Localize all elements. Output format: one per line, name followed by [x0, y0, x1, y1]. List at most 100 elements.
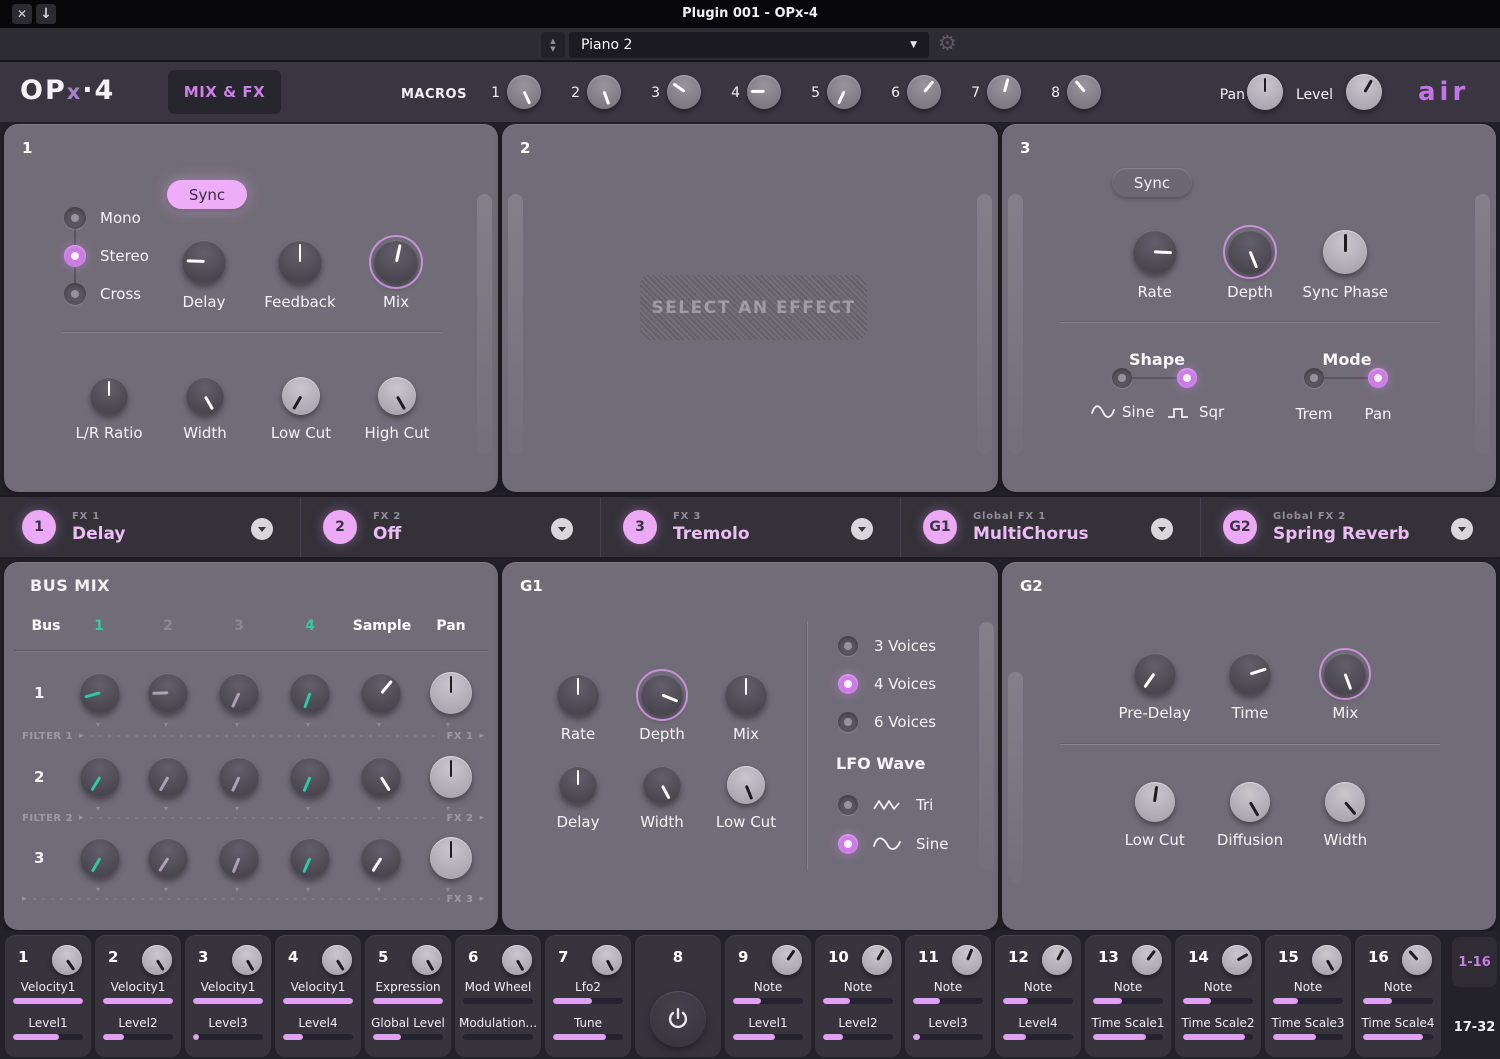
mod-slot-13-knob[interactable]: [1132, 945, 1162, 975]
shape-sqr-radio[interactable]: [1177, 368, 1197, 388]
bus2-send-2-knob[interactable]: [148, 757, 188, 797]
fx-slot-1[interactable]: 1 FX 1 Delay: [0, 497, 300, 557]
mode-trem-radio[interactable]: [1304, 368, 1324, 388]
bus2-send-5-knob[interactable]: [361, 757, 401, 797]
mod-slot-3[interactable]: 3Velocity1Level3: [185, 935, 271, 1057]
mod-slot-5[interactable]: 5ExpressionGlobal Level: [365, 935, 451, 1057]
bus3-send-2-knob[interactable]: [148, 838, 188, 878]
mod-slot-10[interactable]: 10NoteLevel2: [815, 935, 901, 1057]
rate-knob[interactable]: [557, 674, 599, 716]
mod-slot-10-knob[interactable]: [862, 945, 892, 975]
delay-knob[interactable]: [559, 766, 597, 804]
l-r-ratio-knob[interactable]: [90, 377, 128, 415]
lfo-tri-radio[interactable]: [838, 795, 858, 815]
voices-option-3[interactable]: 3 Voices: [838, 636, 936, 656]
fx1-selector-chevron[interactable]: [251, 518, 273, 540]
mod-slot-1[interactable]: 1Velocity1Level1: [5, 935, 91, 1057]
fx2-selector-chevron[interactable]: [551, 518, 573, 540]
mod-depth-bar[interactable]: [1093, 1034, 1163, 1040]
feedback-knob[interactable]: [278, 240, 322, 284]
width-knob[interactable]: [186, 377, 224, 415]
bus3-send-6-knob[interactable]: [430, 837, 472, 879]
width-knob[interactable]: [643, 766, 681, 804]
bus1-send-1-knob[interactable]: [80, 673, 120, 713]
mod-depth-bar[interactable]: [553, 1034, 623, 1040]
mix-fx-view-button[interactable]: MIX & FX: [168, 70, 281, 114]
mod-depth-bar[interactable]: [733, 1034, 803, 1040]
bus-column-1[interactable]: 1: [94, 618, 104, 634]
fx-slot-3[interactable]: 3 FX 3 Tremolo: [600, 497, 900, 557]
mod-slot-7-knob[interactable]: [592, 945, 622, 975]
voices-option-4[interactable]: 4 Voices: [838, 674, 936, 694]
mod-source-bar[interactable]: [1363, 998, 1433, 1004]
mod-slot-13[interactable]: 13NoteTime Scale1: [1085, 935, 1171, 1057]
depth-knob[interactable]: [641, 674, 683, 716]
mod-slot-2[interactable]: 2Velocity1Level2: [95, 935, 181, 1057]
bus2-send-4-knob[interactable]: [290, 757, 330, 797]
mod-slot-6[interactable]: 6Mod WheelModulation...: [455, 935, 541, 1057]
gear-icon[interactable]: ⚙: [938, 31, 957, 55]
mode-trem-label[interactable]: Trem: [1288, 405, 1340, 423]
low-cut-knob[interactable]: [1135, 782, 1175, 822]
bus1-send-6-knob[interactable]: [430, 672, 472, 714]
stereo-radio[interactable]: [64, 245, 86, 267]
mod-depth-bar[interactable]: [823, 1034, 893, 1040]
bus1-send-5-knob[interactable]: [361, 673, 401, 713]
mod-source-bar[interactable]: [463, 998, 533, 1004]
master-pan-knob[interactable]: [1247, 74, 1283, 110]
mod-source-bar[interactable]: [373, 998, 443, 1004]
mod-depth-bar[interactable]: [373, 1034, 443, 1040]
bus-column-4[interactable]: 4: [305, 618, 315, 634]
mod-source-bar[interactable]: [283, 998, 353, 1004]
mod-source-bar[interactable]: [1183, 998, 1253, 1004]
mod-source-bar[interactable]: [1003, 998, 1073, 1004]
mod-source-bar[interactable]: [193, 998, 263, 1004]
power-button[interactable]: [650, 991, 706, 1047]
lfo-option-sine[interactable]: Sine: [838, 834, 948, 854]
bus-column-2[interactable]: 2: [163, 618, 173, 634]
preset-stepper[interactable]: ▲ ▼: [541, 32, 565, 58]
mod-source-bar[interactable]: [733, 998, 803, 1004]
macro-8-knob[interactable]: [1067, 75, 1101, 109]
sync-button-fx1[interactable]: Sync: [167, 180, 247, 209]
mix-knob[interactable]: [725, 674, 767, 716]
diffusion-knob[interactable]: [1230, 782, 1270, 822]
macro-3-knob[interactable]: [667, 75, 701, 109]
global-fx2-slot[interactable]: G2 Global FX 2 Spring Reverb: [1200, 497, 1500, 557]
mod-depth-bar[interactable]: [1273, 1034, 1343, 1040]
preset-select[interactable]: Piano 2 ▼: [569, 32, 929, 58]
page-1-16-button[interactable]: 1-16: [1452, 937, 1497, 987]
mod-slot-6-knob[interactable]: [502, 945, 532, 975]
mod-slot-16[interactable]: 16NoteTime Scale4: [1355, 935, 1441, 1057]
depth-knob[interactable]: [1228, 230, 1272, 274]
sync-phase-knob[interactable]: [1323, 230, 1367, 274]
macro-4-knob[interactable]: [747, 75, 781, 109]
page-17-32-button[interactable]: 17-32: [1452, 1020, 1497, 1035]
width-knob[interactable]: [1325, 782, 1365, 822]
macro-5-knob[interactable]: [827, 75, 861, 109]
mod-slot-15-knob[interactable]: [1312, 945, 1342, 975]
bus1-send-3-knob[interactable]: [219, 673, 259, 713]
bus3-send-5-knob[interactable]: [361, 838, 401, 878]
mod-slot-2-knob[interactable]: [142, 945, 172, 975]
mod-depth-bar[interactable]: [463, 1034, 533, 1040]
mod-depth-bar[interactable]: [1003, 1034, 1073, 1040]
voices-4-radio[interactable]: [838, 674, 858, 694]
macro-6-knob[interactable]: [907, 75, 941, 109]
shape-sine-radio[interactable]: [1112, 368, 1132, 388]
mode-option-stereo[interactable]: Stereo: [64, 245, 149, 267]
mod-slot-4-knob[interactable]: [322, 945, 352, 975]
bus2-send-3-knob[interactable]: [219, 757, 259, 797]
mode-option-mono[interactable]: Mono: [64, 207, 141, 229]
bus1-send-2-knob[interactable]: [148, 673, 188, 713]
mod-source-bar[interactable]: [823, 998, 893, 1004]
low-cut-knob[interactable]: [282, 377, 320, 415]
mod-slot-9-knob[interactable]: [772, 945, 802, 975]
mono-radio[interactable]: [64, 207, 86, 229]
mod-depth-bar[interactable]: [13, 1034, 83, 1040]
macro-1-knob[interactable]: [507, 75, 541, 109]
mod-slot-15[interactable]: 15NoteTime Scale3: [1265, 935, 1351, 1057]
fx3-selector-chevron[interactable]: [851, 518, 873, 540]
lfo-sine-radio[interactable]: [838, 834, 858, 854]
mode-option-cross[interactable]: Cross: [64, 283, 141, 305]
